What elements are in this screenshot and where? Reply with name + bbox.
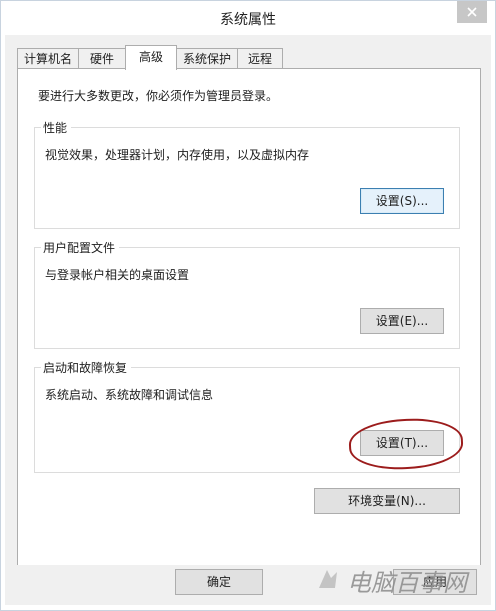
tab-system-protection[interactable]: 系统保护 [176, 48, 238, 69]
tab-computer-name[interactable]: 计算机名 [17, 48, 79, 69]
environment-variables-button[interactable]: 环境变量(N)... [314, 488, 460, 514]
close-icon [467, 7, 477, 17]
ok-button[interactable]: 确定 [175, 569, 263, 595]
performance-group: 性能 视觉效果，处理器计划，内存使用，以及虚拟内存 设置(S)... [34, 119, 460, 229]
close-button[interactable] [457, 1, 487, 23]
watermark-text: 电脑百事网 [347, 568, 467, 597]
watermark-logo-icon [313, 564, 343, 597]
tab-remote[interactable]: 远程 [237, 48, 283, 69]
startup-recovery-group: 启动和故障恢复 系统启动、系统故障和调试信息 设置(T)... [34, 359, 460, 473]
performance-description: 视觉效果，处理器计划，内存使用，以及虚拟内存 [45, 148, 310, 162]
startup-recovery-settings-button[interactable]: 设置(T)... [360, 430, 444, 456]
system-properties-window: 系统属性 计算机名 硬件 高级 系统保护 远程 要进行大多数更改，你必须作为管理… [0, 0, 496, 611]
admin-note: 要进行大多数更改，你必须作为管理员登录。 [38, 89, 279, 103]
startup-recovery-group-title: 启动和故障恢复 [41, 359, 132, 376]
watermark: 电脑百事网 [313, 555, 493, 605]
performance-settings-button[interactable]: 设置(S)... [360, 188, 444, 214]
tab-hardware[interactable]: 硬件 [78, 48, 126, 69]
title-bar[interactable]: 系统属性 [1, 1, 495, 35]
dialog-client-area: 计算机名 硬件 高级 系统保护 远程 要进行大多数更改，你必须作为管理员登录。 … [5, 35, 491, 605]
tab-advanced[interactable]: 高级 [125, 45, 177, 70]
user-profiles-group: 用户配置文件 与登录帐户相关的桌面设置 设置(E)... [34, 239, 460, 349]
user-profiles-group-title: 用户配置文件 [41, 239, 120, 256]
advanced-tab-panel: 要进行大多数更改，你必须作为管理员登录。 性能 视觉效果，处理器计划，内存使用，… [17, 68, 481, 566]
startup-recovery-description: 系统启动、系统故障和调试信息 [45, 388, 214, 402]
user-profiles-description: 与登录帐户相关的桌面设置 [45, 268, 190, 282]
performance-group-title: 性能 [41, 119, 72, 136]
window-title: 系统属性 [220, 12, 276, 28]
user-profiles-settings-button[interactable]: 设置(E)... [360, 308, 444, 334]
